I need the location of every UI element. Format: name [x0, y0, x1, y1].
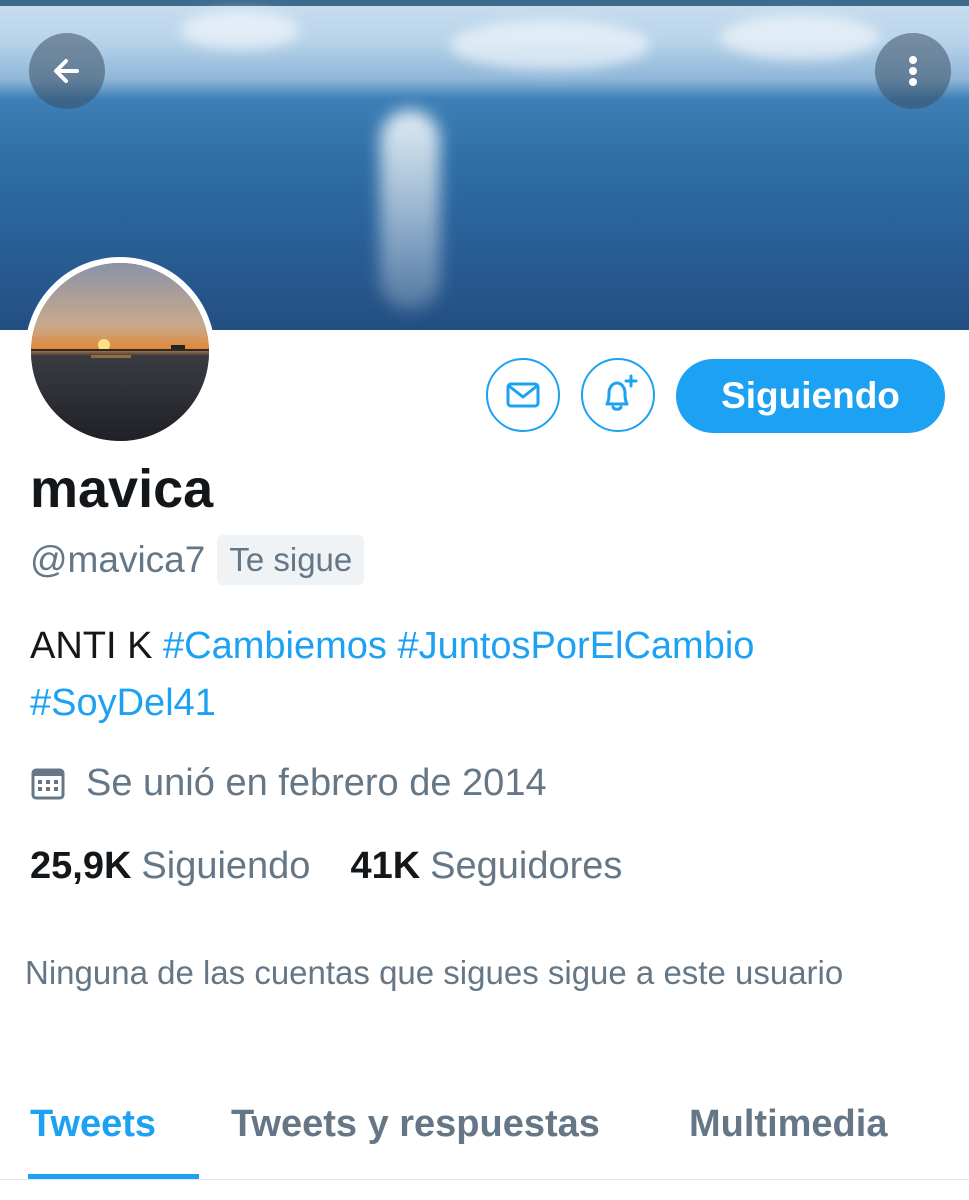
envelope-icon — [506, 382, 540, 408]
following-count: 25,9K — [30, 845, 132, 887]
following-label: Siguiendo — [141, 845, 311, 887]
profile-tabs: Tweets Tweets y respuestas Multimedia — [0, 1085, 969, 1200]
bio-text: ANTI K — [30, 625, 153, 667]
follows-you-badge: Te sigue — [217, 535, 365, 585]
handle-row: @mavica7 Te sigue — [30, 535, 365, 585]
joined-row: Se unió en febrero de 2014 — [30, 762, 547, 805]
hashtag-link[interactable]: #SoyDel41 — [30, 682, 216, 724]
back-button[interactable] — [29, 33, 105, 109]
banner-sun-reflection — [380, 110, 440, 310]
avatar[interactable] — [25, 257, 215, 447]
following-button[interactable]: Siguiendo — [676, 359, 945, 433]
tab-tweets[interactable]: Tweets — [30, 1103, 156, 1146]
status-divider — [0, 0, 969, 6]
vertical-dots-icon — [909, 56, 917, 86]
follow-stats: 25,9K Siguiendo 41K Seguidores — [30, 845, 622, 888]
message-button[interactable] — [486, 358, 560, 432]
followers-count: 41K — [350, 845, 421, 887]
followers-stat[interactable]: 41K Seguidores — [350, 845, 622, 888]
arrow-left-icon — [54, 59, 79, 83]
followers-label: Seguidores — [430, 845, 623, 887]
banner-cloud — [450, 20, 650, 70]
tab-media[interactable]: Multimedia — [689, 1103, 887, 1146]
notifications-button[interactable] — [581, 358, 655, 432]
tabs-divider — [0, 1179, 969, 1180]
banner-cloud — [180, 10, 300, 50]
joined-date: Se unió en febrero de 2014 — [86, 762, 547, 804]
display-name: mavica — [30, 459, 214, 519]
more-options-button[interactable] — [875, 33, 951, 109]
followers-you-know-note: Ninguna de las cuentas que sigues sigue … — [25, 954, 844, 991]
user-handle: @mavica7 — [30, 539, 206, 580]
tab-tweets-replies[interactable]: Tweets y respuestas — [231, 1103, 600, 1146]
calendar-icon — [31, 768, 65, 799]
bell-plus-icon — [605, 374, 638, 411]
banner-cloud — [720, 15, 880, 60]
hashtag-link[interactable]: #JuntosPorElCambio — [397, 625, 754, 667]
hashtag-link[interactable]: #Cambiemos — [163, 625, 387, 667]
following-stat[interactable]: 25,9K Siguiendo — [30, 845, 310, 888]
profile-bio: ANTI K #Cambiemos #JuntosPorElCambio #So… — [30, 618, 930, 732]
